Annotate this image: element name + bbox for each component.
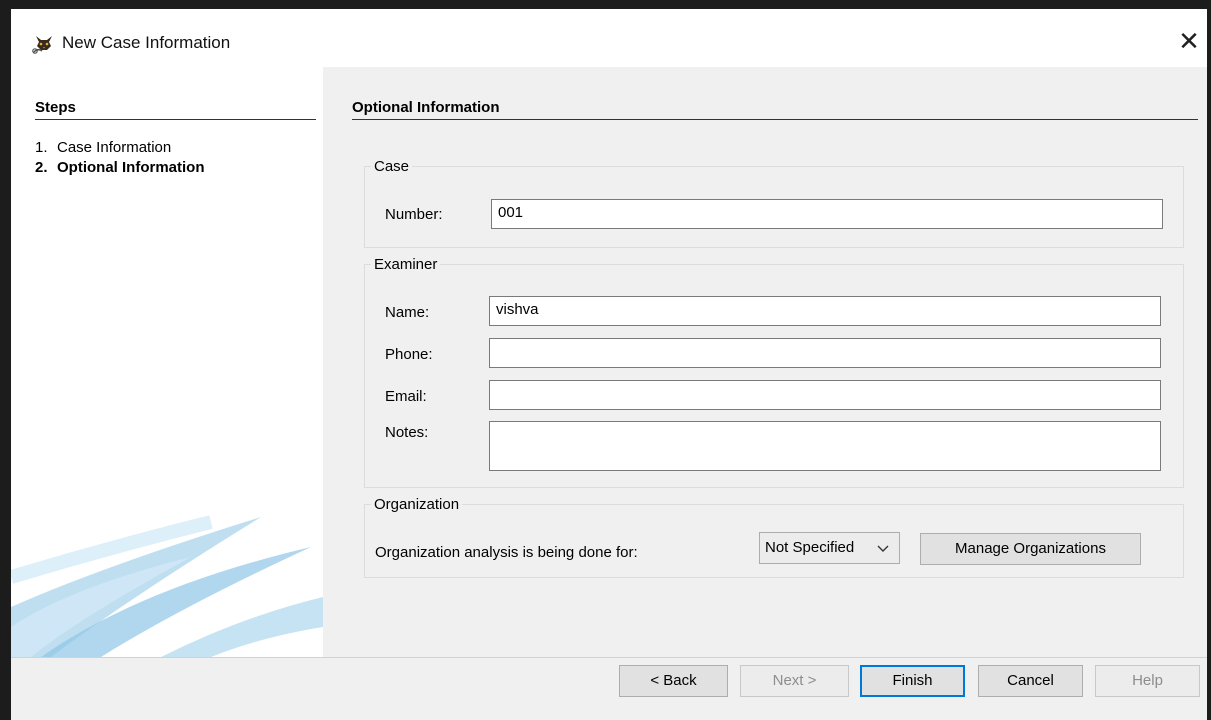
manage-organizations-button[interactable]: Manage Organizations: [920, 533, 1141, 565]
notes-label: Notes:: [385, 424, 429, 441]
step-number: 2.: [35, 159, 48, 176]
chevron-down-icon: [877, 545, 889, 552]
step-item-optional-information: 2. Optional Information: [35, 159, 205, 176]
cancel-button[interactable]: Cancel: [978, 665, 1083, 697]
examiner-group-title: Examiner: [371, 256, 441, 273]
case-number-field[interactable]: 001: [491, 199, 1163, 229]
wizard-button-bar: < Back Next > Finish Cancel Help: [11, 657, 1207, 720]
help-button[interactable]: Help: [1095, 665, 1200, 697]
examiner-name-field[interactable]: vishva: [489, 296, 1161, 326]
optional-information-panel: Optional Information Case Number: 001 Ex…: [323, 67, 1207, 657]
section-divider: [352, 119, 1198, 120]
window-frame-top: [0, 0, 1211, 9]
decorative-swoosh-graphic: [11, 515, 323, 657]
name-label: Name:: [385, 304, 430, 321]
next-button[interactable]: Next >: [740, 665, 849, 697]
steps-heading: Steps: [35, 99, 76, 116]
back-button[interactable]: < Back: [619, 665, 728, 697]
examiner-notes-field[interactable]: [489, 421, 1161, 471]
step-label: Optional Information: [57, 159, 205, 176]
step-item-case-information: 1. Case Information: [35, 139, 171, 156]
dialog-window: New Case Information ✕ Steps 1. Case Info…: [11, 9, 1207, 720]
close-icon[interactable]: ✕: [1175, 27, 1203, 55]
window-title: New Case Information: [62, 33, 231, 52]
window-frame-left: [0, 9, 11, 720]
organization-select[interactable]: Not Specified: [759, 532, 900, 564]
examiner-phone-field[interactable]: [489, 338, 1161, 368]
email-label: Email:: [385, 388, 427, 405]
finish-button[interactable]: Finish: [860, 665, 965, 697]
steps-divider: [35, 119, 316, 120]
steps-panel: Steps 1. Case Information 2. Optional Info…: [11, 67, 323, 657]
examiner-email-field[interactable]: [489, 380, 1161, 410]
phone-label: Phone:: [385, 346, 433, 363]
organization-selected-value: Not Specified: [765, 539, 855, 556]
section-heading: Optional Information: [352, 99, 500, 116]
organization-group-title: Organization: [371, 496, 463, 513]
organization-prompt: Organization analysis is being done for:: [375, 544, 638, 561]
window-frame-right: [1207, 9, 1211, 720]
number-label: Number:: [385, 206, 443, 223]
step-number: 1.: [35, 139, 48, 156]
autopsy-dog-icon: [32, 36, 52, 54]
step-label: Case Information: [57, 139, 172, 156]
case-group-title: Case: [371, 158, 413, 175]
title-bar: New Case Information ✕: [11, 9, 1207, 67]
